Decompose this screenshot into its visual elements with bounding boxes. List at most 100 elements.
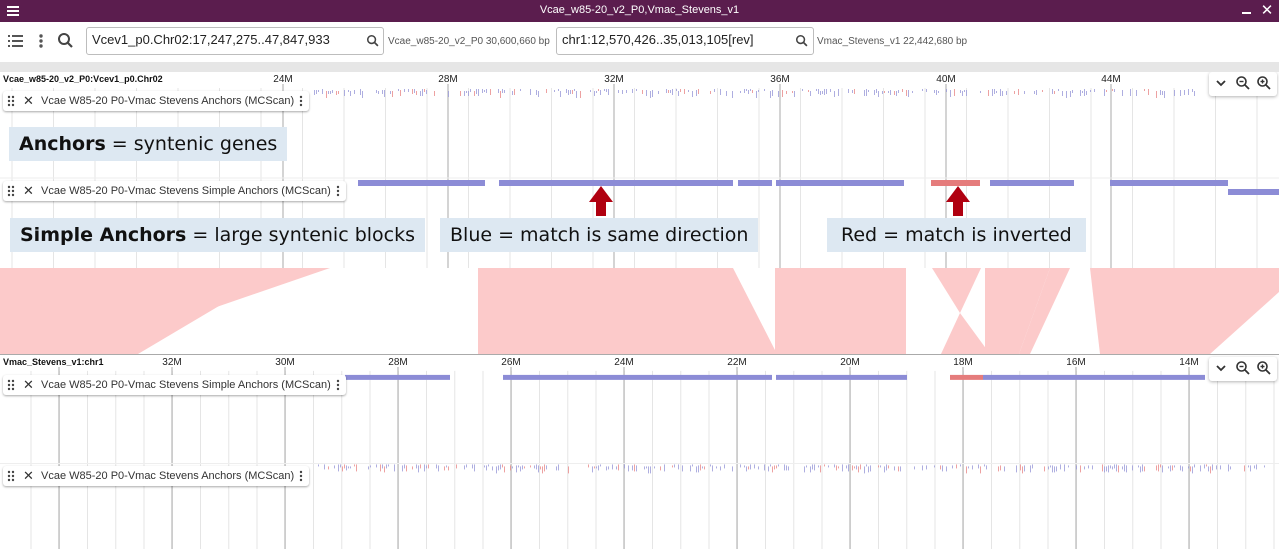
bottom-tick: 20M xyxy=(840,357,860,368)
anchor-mark xyxy=(594,466,595,469)
anchor-mark xyxy=(808,90,809,92)
anchor-mark xyxy=(934,465,935,468)
anchor-mark xyxy=(1086,91,1087,95)
anchor-mark xyxy=(576,91,577,98)
kebab-icon[interactable] xyxy=(336,379,340,391)
top-linear-view[interactable]: Vcae_w85-20_v2_P0:Vcev1_p0.Chr02 24M 28M… xyxy=(0,72,1279,268)
top-anchors-track-label[interactable]: ✕ Vcae W85-20 P0-Vmac Stevens Anchors (M… xyxy=(3,91,309,111)
toolbar-divider xyxy=(0,62,1279,72)
drag-handle-icon[interactable] xyxy=(7,379,15,391)
anchor-mark xyxy=(978,464,979,469)
top-location-input[interactable] xyxy=(92,32,362,47)
top-simple-anchors-track-label[interactable]: ✕ Vcae W85-20 P0-Vmac Stevens Simple Anc… xyxy=(3,181,346,201)
close-icon[interactable]: ✕ xyxy=(1259,2,1275,20)
bottom-linear-view[interactable]: Vmac_Stevens_v1:chr1 32M 30M 28M 26M 24M… xyxy=(0,354,1279,549)
anchor-mark xyxy=(1030,465,1031,473)
anchor-mark xyxy=(1192,466,1193,474)
anchor-mark xyxy=(1192,89,1193,92)
bottom-location-field[interactable] xyxy=(556,27,814,55)
anchor-mark xyxy=(1190,466,1191,472)
simple-anchor-block xyxy=(1228,189,1279,195)
anchor-mark xyxy=(446,465,447,468)
kebab-icon[interactable] xyxy=(31,31,51,51)
anchor-mark xyxy=(898,90,899,93)
top-location-field[interactable] xyxy=(86,27,384,55)
anchor-mark xyxy=(1200,465,1201,472)
anchor-mark xyxy=(558,89,559,91)
anchor-mark xyxy=(1050,465,1051,468)
top-view-controls xyxy=(1209,72,1277,96)
bottom-simple-anchors-track-label[interactable]: ✕ Vcae W85-20 P0-Vmac Stevens Simple Anc… xyxy=(3,375,346,395)
anchor-mark xyxy=(1054,466,1055,473)
drag-handle-icon[interactable] xyxy=(7,185,15,197)
anchor-mark xyxy=(842,464,843,472)
anchor-mark xyxy=(894,466,895,471)
top-ruler[interactable]: Vcae_w85-20_v2_P0:Vcev1_p0.Chr02 24M 28M… xyxy=(0,72,1279,88)
anchor-mark xyxy=(1136,90,1137,96)
anchor-mark xyxy=(882,91,883,94)
anchor-mark xyxy=(1188,466,1189,469)
anchor-mark xyxy=(636,89,637,91)
anchor-mark xyxy=(1104,466,1105,473)
simple-anchor-block xyxy=(983,374,1117,380)
search-icon[interactable] xyxy=(795,34,809,53)
kebab-icon[interactable] xyxy=(336,185,340,197)
anchor-mark xyxy=(692,91,693,97)
drag-handle-icon[interactable] xyxy=(7,470,15,482)
anchor-mark xyxy=(388,464,389,467)
kebab-icon[interactable] xyxy=(299,95,303,107)
chevron-down-icon[interactable] xyxy=(1213,360,1229,376)
anchor-mark xyxy=(538,465,539,473)
bottom-tick: 32M xyxy=(162,357,182,368)
zoom-out-icon[interactable] xyxy=(1235,75,1251,91)
anchor-mark xyxy=(422,89,423,96)
kebab-icon[interactable] xyxy=(299,470,303,482)
search-icon[interactable] xyxy=(56,31,76,51)
bottom-anchors-track-label[interactable]: ✕ Vcae W85-20 P0-Vmac Stevens Anchors (M… xyxy=(3,466,309,486)
simple-anchor-block xyxy=(1110,180,1228,186)
anchor-mark xyxy=(1114,89,1115,92)
track-selector-icon[interactable] xyxy=(6,31,26,51)
anchor-mark xyxy=(702,466,703,469)
anchor-mark xyxy=(756,91,757,98)
anchor-mark xyxy=(1160,464,1161,468)
anchor-mark xyxy=(788,466,789,471)
bottom-location-input[interactable] xyxy=(562,32,790,47)
close-icon[interactable]: ✕ xyxy=(23,468,34,484)
close-icon[interactable]: ✕ xyxy=(23,93,34,109)
chevron-down-icon[interactable] xyxy=(1213,75,1229,91)
zoom-in-icon[interactable] xyxy=(1256,75,1272,91)
anchor-mark xyxy=(878,465,879,468)
anchor-mark xyxy=(714,89,715,92)
zoom-out-icon[interactable] xyxy=(1235,360,1251,376)
drag-handle-icon[interactable] xyxy=(7,95,15,107)
anchor-mark xyxy=(1106,90,1107,92)
bottom-ruler[interactable]: Vmac_Stevens_v1:chr1 32M 30M 28M 26M 24M… xyxy=(0,355,1279,371)
anchor-mark xyxy=(1076,465,1077,470)
top-tick: 32M xyxy=(604,74,624,85)
synteny-ribbon xyxy=(478,268,500,354)
zoom-in-icon[interactable] xyxy=(1256,360,1272,376)
anchor-mark xyxy=(326,91,327,98)
simple-anchor-block xyxy=(345,374,450,380)
anchor-mark xyxy=(880,465,881,468)
anchor-mark xyxy=(894,91,895,95)
close-icon[interactable]: ✕ xyxy=(23,183,34,199)
anchor-mark xyxy=(400,90,401,96)
track-name: Vcae W85-20 P0-Vmac Stevens Anchors (MCS… xyxy=(41,95,295,107)
anchor-mark xyxy=(1106,466,1107,472)
top-assembly-label: Vcae_w85-20_v2_P0 30,600,660 bp xyxy=(388,36,550,47)
synteny-ribbons[interactable] xyxy=(0,268,1279,354)
anchor-mark xyxy=(946,466,947,472)
anchor-mark xyxy=(1092,465,1093,470)
minimize-icon[interactable] xyxy=(1240,4,1254,18)
anchor-mark xyxy=(512,466,513,469)
search-icon[interactable] xyxy=(366,34,380,53)
anchor-mark xyxy=(512,91,513,95)
anchor-mark xyxy=(554,90,555,92)
anchor-mark xyxy=(692,464,693,467)
anchor-mark xyxy=(1112,89,1113,91)
anchor-mark xyxy=(946,89,947,92)
anchor-mark xyxy=(332,90,333,93)
close-icon[interactable]: ✕ xyxy=(23,377,34,393)
